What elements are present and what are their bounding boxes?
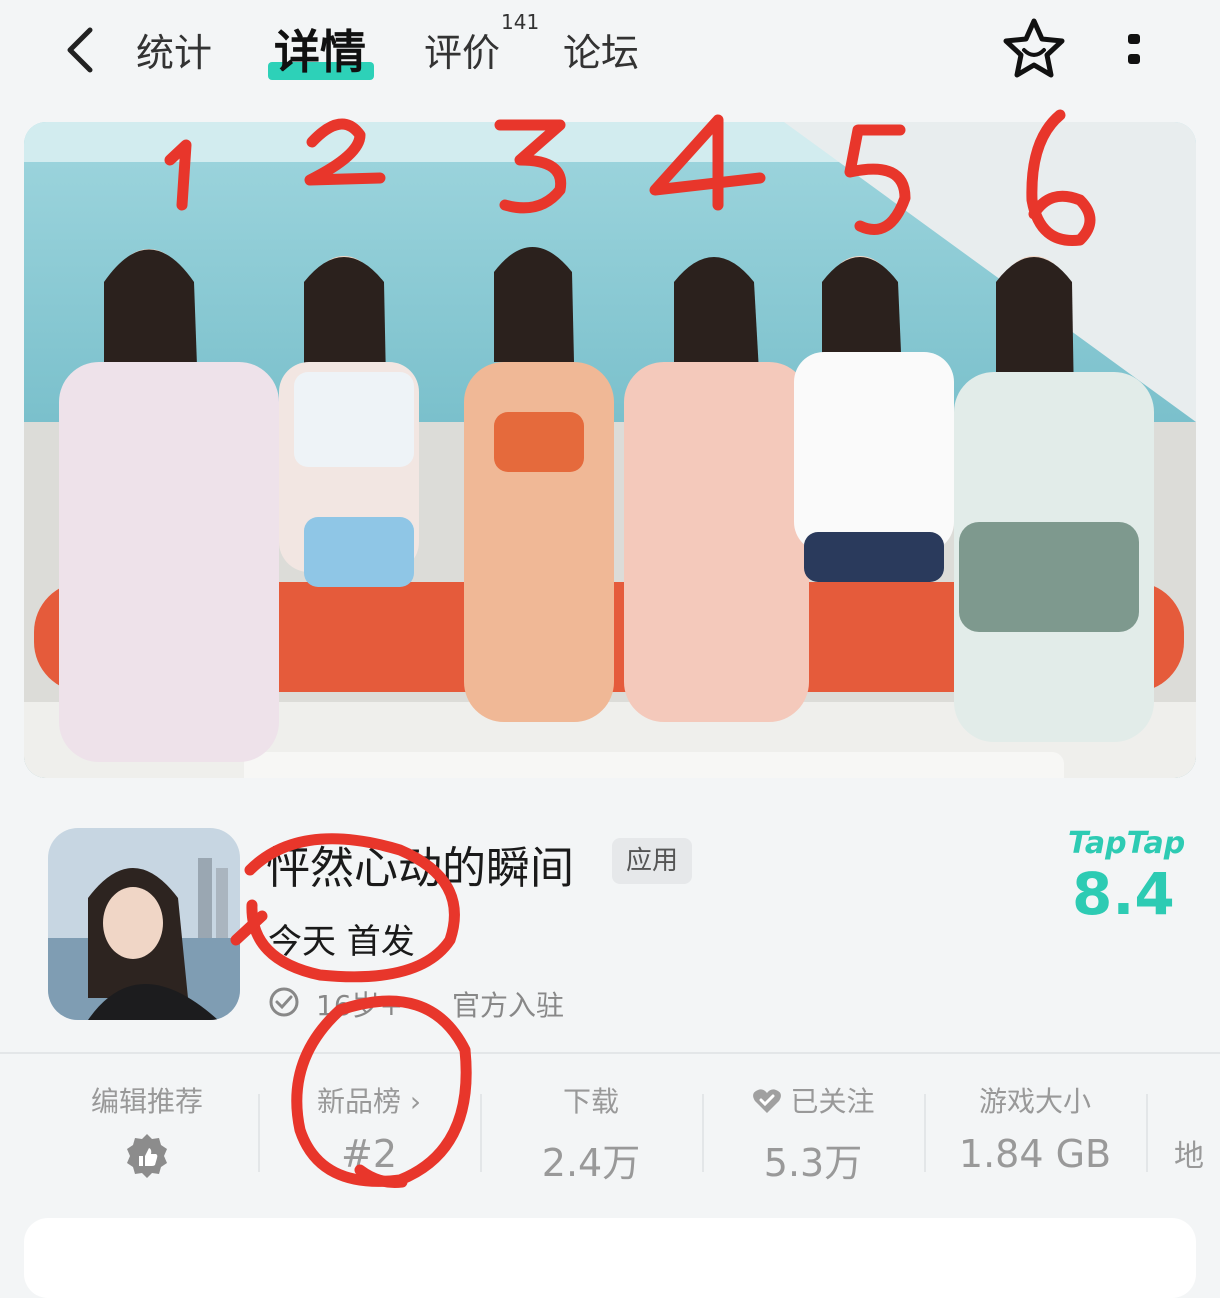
app-type-tag: 应用 bbox=[612, 838, 693, 884]
age-rating: 16岁+ bbox=[316, 989, 404, 1022]
thumbs-up-badge-icon bbox=[36, 1132, 258, 1189]
stat-downloads: 下载 2.4万 bbox=[480, 1080, 702, 1187]
stat-label: 游戏大小 bbox=[978, 1085, 1091, 1118]
back-arrow-icon[interactable] bbox=[58, 22, 104, 78]
stat-label-text: 已关注 bbox=[790, 1085, 875, 1118]
stat-value: #2 bbox=[340, 1132, 398, 1176]
tab-details[interactable]: 详情 bbox=[274, 16, 366, 82]
app-icon-art bbox=[48, 828, 240, 1020]
stat-new-rank[interactable]: 新品榜 › #2 bbox=[258, 1080, 480, 1176]
app-icon[interactable] bbox=[48, 828, 240, 1020]
stat-size: 游戏大小 1.84 GB bbox=[924, 1080, 1146, 1176]
taptap-logo: TapTap bbox=[1068, 826, 1186, 861]
stat-value: 地 bbox=[1174, 1139, 1204, 1174]
follow-star-icon[interactable] bbox=[1000, 16, 1068, 82]
stat-label: 编辑推荐 bbox=[90, 1085, 203, 1118]
tab-reviews[interactable]: 评价 bbox=[424, 22, 500, 77]
stat-value: 5.3万 bbox=[763, 1141, 863, 1185]
stat-label: 新品榜 › bbox=[316, 1085, 422, 1118]
release-status: 今天 首发 bbox=[268, 922, 415, 962]
stat-value: 1.84 GB bbox=[958, 1132, 1112, 1176]
hero-image[interactable] bbox=[24, 122, 1196, 778]
stat-value: 2.4万 bbox=[541, 1141, 641, 1185]
hero-illustration bbox=[24, 122, 1196, 778]
top-bar: 统计 详情 评价 141 论坛 bbox=[0, 0, 1220, 110]
stat-followers[interactable]: 已关注 5.3万 bbox=[702, 1080, 924, 1187]
reviews-count-badge: 141 bbox=[501, 10, 540, 34]
content-card bbox=[24, 1218, 1196, 1298]
stat-label: 下载 bbox=[562, 1085, 619, 1118]
stat-label bbox=[1146, 1080, 1220, 1113]
stat-label: 已关注 bbox=[702, 1080, 924, 1120]
check-circle-icon bbox=[269, 987, 299, 1017]
tab-forum[interactable]: 论坛 bbox=[563, 22, 639, 77]
heart-check-icon bbox=[752, 1089, 781, 1113]
stat-region[interactable]: 地 bbox=[1146, 1080, 1220, 1175]
more-options-icon[interactable] bbox=[1120, 28, 1150, 72]
rating-score[interactable]: 8.4 bbox=[1072, 860, 1175, 928]
section-divider bbox=[0, 1052, 1220, 1054]
official-entry-label[interactable]: 官方入驻 bbox=[452, 984, 564, 1024]
stat-editor-pick[interactable]: 编辑推荐 bbox=[36, 1080, 258, 1189]
tab-stats[interactable]: 统计 bbox=[136, 22, 212, 77]
app-title: 怦然心动的瞬间 bbox=[266, 843, 574, 894]
